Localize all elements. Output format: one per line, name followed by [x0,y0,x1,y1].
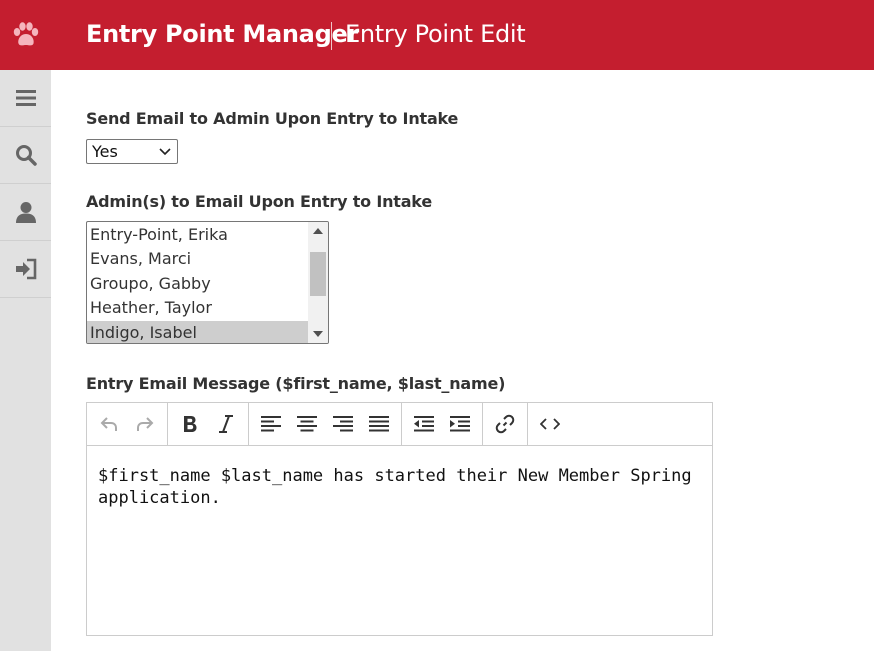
admin-option[interactable]: Heather, Taylor [87,296,308,320]
admin-option[interactable]: Groupo, Gabby [87,272,308,296]
align-right-icon[interactable] [325,407,361,441]
page-title: Entry Point Edit [345,20,526,48]
italic-icon[interactable] [208,407,244,441]
bold-icon[interactable] [172,407,208,441]
link-group [483,402,528,446]
message-editor[interactable]: $first_name $last_name has started their… [86,402,713,636]
scroll-down-icon[interactable] [308,325,328,343]
scrollbar-thumb[interactable] [310,252,326,296]
editor-toolbar [87,402,712,446]
sidebar-item-user[interactable] [0,184,51,241]
redo-icon[interactable] [127,407,163,441]
send-email-select[interactable]: Yes [86,139,178,164]
align-group [249,402,402,446]
search-icon [15,144,37,166]
align-left-icon[interactable] [253,407,289,441]
indent-icon[interactable] [442,407,478,441]
message-content[interactable]: $first_name $last_name has started their… [98,465,698,509]
send-email-label: Send Email to Admin Upon Entry to Intake [86,109,459,128]
message-line: application. [98,488,221,508]
user-icon [15,201,37,223]
sidebar-item-search[interactable] [0,127,51,184]
admin-option[interactable]: Indigo, Isabel [87,320,308,343]
sidebar [0,70,51,651]
admin-option[interactable]: Evans, Marci [87,247,308,271]
message-line: $first_name $last_name has started their… [98,466,692,486]
paw-logo-icon[interactable] [0,0,51,70]
outdent-icon[interactable] [406,407,442,441]
admins-label: Admin(s) to Email Upon Entry to Intake [86,192,432,211]
admins-listbox[interactable]: Entry-Point, Erika Evans, Marci Groupo, Ga… [86,221,329,344]
admin-option[interactable]: Entry-Point, Erika [87,223,308,247]
message-label: Entry Email Message ($first_name, $last_… [86,374,506,393]
indent-group [402,402,483,446]
code-icon[interactable] [532,407,568,441]
logout-icon [14,258,38,280]
code-group [528,403,572,446]
sidebar-item-logout[interactable] [0,241,51,298]
history-group [87,402,168,446]
chevron-down-icon [153,147,177,156]
menu-icon [15,89,36,107]
scroll-up-icon[interactable] [308,222,328,240]
app-title: Entry Point Manager [86,20,359,48]
format-group [168,402,249,446]
link-icon[interactable] [487,407,523,441]
listbox-scrollbar[interactable] [308,222,328,343]
title-divider [331,22,332,50]
align-center-icon[interactable] [289,407,325,441]
align-justify-icon[interactable] [361,407,397,441]
undo-icon[interactable] [91,407,127,441]
sidebar-item-menu[interactable] [0,70,51,127]
top-bar: Entry Point Manager Entry Point Edit [0,0,874,70]
send-email-value: Yes [92,142,118,161]
